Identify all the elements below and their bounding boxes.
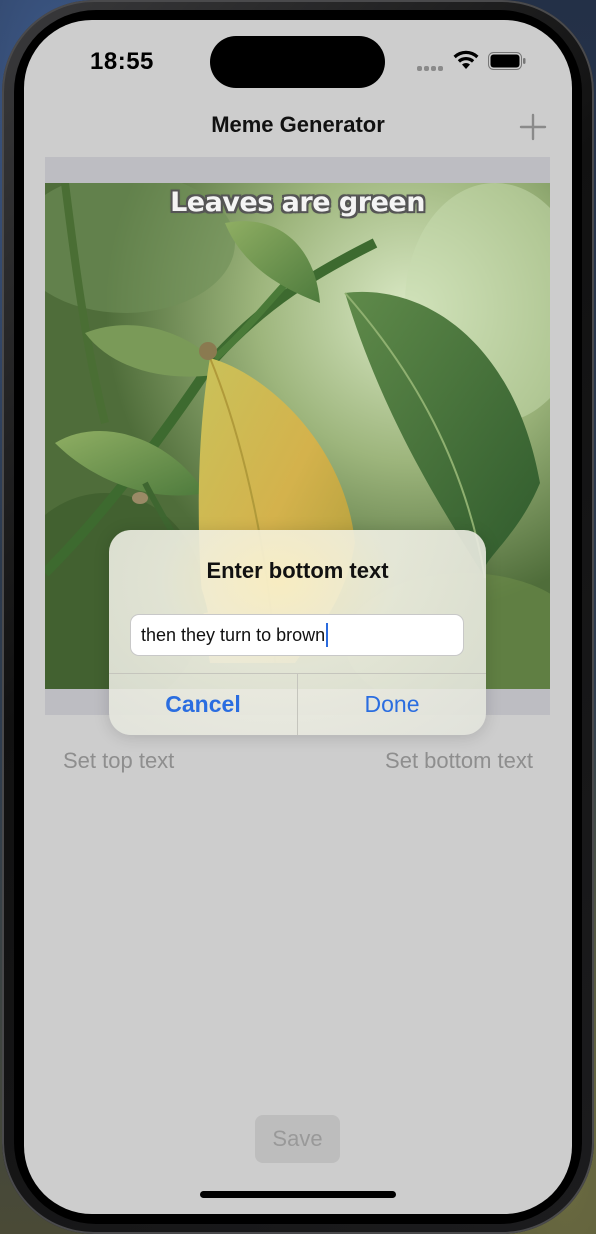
alert-title: Enter bottom text	[206, 558, 389, 583]
done-button[interactable]: Done	[298, 674, 486, 735]
app-screen: 18:55 Meme Generator Leaves are green Se…	[24, 20, 572, 1214]
text-caret	[326, 623, 329, 647]
text-entry-alert: Enter bottom text then they turn to brow…	[109, 530, 486, 735]
cancel-button[interactable]: Cancel	[109, 674, 297, 735]
bottom-text-input[interactable]: then they turn to brown	[130, 614, 464, 656]
bottom-text-input-value: then they turn to brown	[141, 624, 326, 645]
